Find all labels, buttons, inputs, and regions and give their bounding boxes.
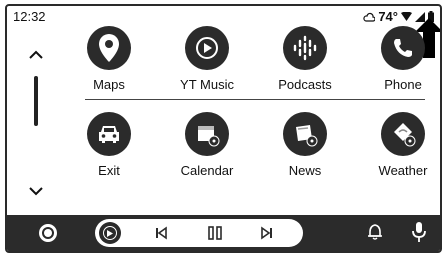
- yt-music-icon: [185, 26, 229, 70]
- phone-icon: [381, 26, 425, 70]
- status-bar: 12:32 74°: [7, 6, 440, 28]
- android-auto-screen: 12:32 74° Maps YT Music Podcasts Phone E…: [5, 4, 442, 253]
- app-label: Calendar: [180, 163, 234, 178]
- skip-next-icon[interactable]: [259, 225, 275, 246]
- app-phone[interactable]: Phone: [358, 26, 440, 92]
- scroll-indicator[interactable]: [34, 76, 38, 126]
- app-label: Phone: [384, 77, 422, 92]
- home-icon[interactable]: [39, 224, 57, 242]
- app-weather[interactable]: Weather: [358, 112, 440, 178]
- pause-icon[interactable]: [207, 225, 223, 246]
- wifi-icon: [401, 12, 412, 21]
- app-label: Exit: [98, 163, 120, 178]
- app-maps[interactable]: Maps: [64, 26, 154, 92]
- weather-cloud-icon: [363, 12, 376, 22]
- app-label: YT Music: [180, 77, 234, 92]
- news-icon: [283, 112, 327, 156]
- car-icon: [87, 112, 131, 156]
- chevron-up-icon[interactable]: [27, 48, 45, 66]
- row-divider: [85, 99, 425, 100]
- skip-previous-icon[interactable]: [153, 225, 169, 246]
- app-label: Weather: [378, 163, 428, 178]
- bell-icon[interactable]: [367, 223, 383, 246]
- app-news[interactable]: News: [260, 112, 350, 178]
- app-podcasts[interactable]: Podcasts: [260, 26, 350, 92]
- microphone-icon[interactable]: [411, 221, 427, 248]
- media-controls: [95, 219, 303, 247]
- app-label: News: [288, 163, 322, 178]
- sidebar: [21, 36, 51, 206]
- yt-music-icon[interactable]: [99, 222, 121, 244]
- calendar-icon: [185, 112, 229, 156]
- podcasts-icon: [283, 26, 327, 70]
- app-label: Podcasts: [278, 77, 332, 92]
- weather-icon: [381, 112, 425, 156]
- map-pin-icon: [87, 26, 131, 70]
- app-calendar[interactable]: Calendar: [162, 112, 252, 178]
- nav-bar: [7, 215, 440, 251]
- app-label: Maps: [93, 77, 125, 92]
- temperature: 74°: [378, 9, 398, 24]
- chevron-down-icon[interactable]: [27, 184, 45, 202]
- app-yt-music[interactable]: YT Music: [162, 26, 252, 92]
- clock: 12:32: [13, 9, 46, 24]
- app-exit[interactable]: Exit: [64, 112, 154, 178]
